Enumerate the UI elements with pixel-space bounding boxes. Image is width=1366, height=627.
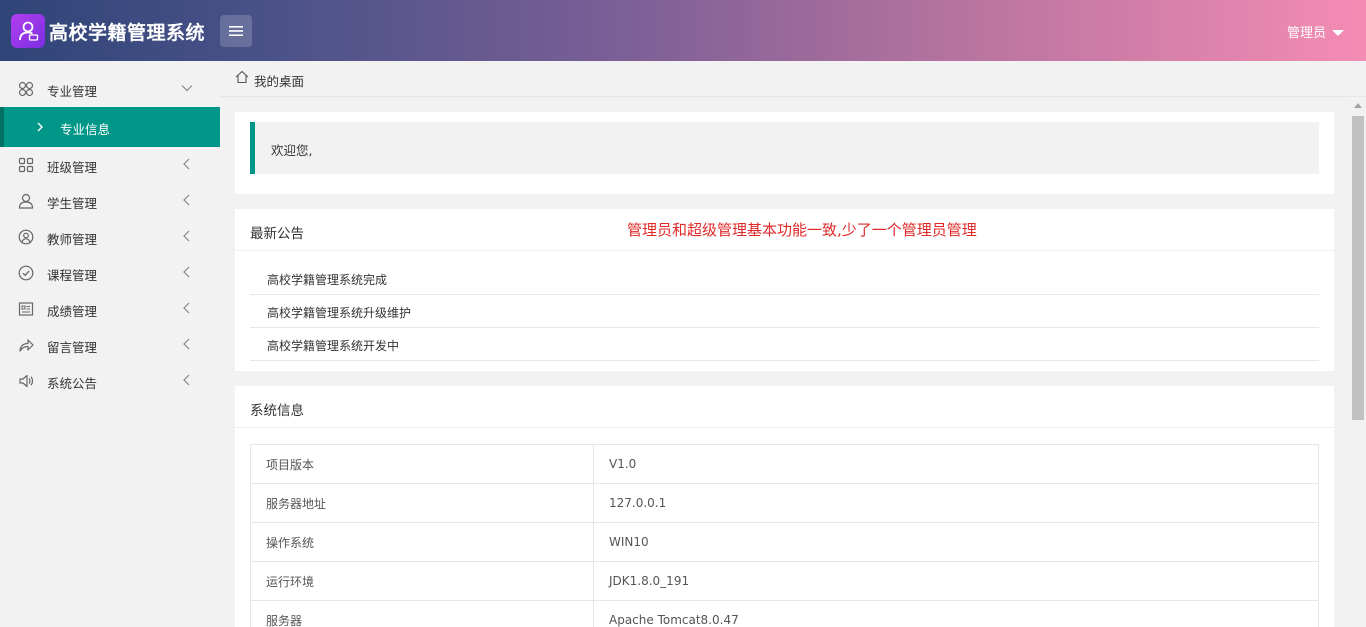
- breadcrumb: 我的桌面: [220, 61, 1366, 97]
- notice-item-title[interactable]: 高校学籍管理系统完成: [267, 271, 387, 288]
- grid-icon: [18, 157, 34, 173]
- sysinfo-value: JDK1.8.0_191: [593, 561, 1319, 601]
- welcome-card: 欢迎您,: [235, 112, 1334, 194]
- chevron-left-icon: [183, 374, 190, 386]
- sidebar-item-message[interactable]: 留言管理: [0, 327, 220, 363]
- chevron-down-icon: [181, 85, 193, 92]
- notice-title: 最新公告: [250, 226, 304, 242]
- annotation-text: 管理员和超级管理基本功能一致,少了一个管理员管理: [627, 221, 977, 239]
- app-title: 高校学籍管理系统: [49, 22, 206, 44]
- sysinfo-value: WIN10: [593, 522, 1319, 562]
- sidebar-item-major[interactable]: 专业管理: [0, 71, 220, 107]
- sidebar-item-label: 课程管理: [47, 268, 98, 283]
- notice-card-header: 最新公告 管理员和超级管理基本功能一致,少了一个管理员管理: [235, 209, 1334, 251]
- breadcrumb-desktop[interactable]: 我的桌面: [254, 71, 304, 90]
- notice-item-title[interactable]: 高校学籍管理系统开发中: [267, 337, 399, 354]
- sidebar-item-label: 留言管理: [47, 340, 98, 355]
- table-row: 运行环境 JDK1.8.0_191: [250, 561, 1319, 601]
- sysinfo-value: V1.0: [593, 444, 1319, 484]
- chevron-left-icon: [183, 230, 190, 242]
- sidebar-subitem-label: 专业信息: [60, 122, 111, 137]
- top-header: 高校学籍管理系统 管理员: [0, 0, 1366, 61]
- sidebar-item-label: 系统公告: [47, 376, 98, 391]
- sidebar-item-course[interactable]: 课程管理: [0, 255, 220, 291]
- chevron-right-icon: [37, 122, 43, 132]
- report-icon: [18, 302, 34, 316]
- sidebar-item-label: 专业管理: [47, 84, 98, 99]
- table-row: 服务器地址 127.0.0.1: [250, 483, 1319, 523]
- notice-card: 最新公告 管理员和超级管理基本功能一致,少了一个管理员管理 高校学籍管理系统完成…: [235, 209, 1334, 371]
- chevron-left-icon: [183, 158, 190, 170]
- user-menu[interactable]: 管理员: [1287, 22, 1344, 41]
- sysinfo-card-header: 系统信息: [235, 386, 1334, 428]
- scrollbar-thumb[interactable]: [1352, 116, 1364, 420]
- sysinfo-key: 运行环境: [250, 561, 594, 601]
- sysinfo-key: 服务器: [250, 600, 594, 627]
- welcome-box: 欢迎您,: [250, 122, 1319, 174]
- sysinfo-value: Apache Tomcat8.0.47: [593, 600, 1319, 627]
- sysinfo-value: 127.0.0.1: [593, 483, 1319, 523]
- notice-item[interactable]: 高校学籍管理系统升级维护: [250, 295, 1319, 328]
- table-row: 操作系统 WIN10: [250, 522, 1319, 562]
- user-circle-icon: [18, 229, 34, 245]
- welcome-text: 欢迎您,: [271, 143, 313, 158]
- home-icon: [235, 70, 249, 84]
- chevron-left-icon: [183, 302, 190, 314]
- caret-down-icon: [1332, 29, 1344, 36]
- grid-flower-icon: [18, 81, 34, 97]
- sidebar-item-student[interactable]: 学生管理: [0, 183, 220, 219]
- table-row: 服务器 Apache Tomcat8.0.47: [250, 600, 1319, 627]
- sidebar-item-label: 班级管理: [47, 160, 98, 175]
- active-indicator: [0, 107, 4, 147]
- sidebar-item-label: 学生管理: [47, 196, 98, 211]
- sysinfo-key: 服务器地址: [250, 483, 594, 523]
- sidebar-item-class[interactable]: 班级管理: [0, 147, 220, 183]
- share-icon: [19, 339, 34, 352]
- notice-item[interactable]: 高校学籍管理系统开发中: [250, 328, 1319, 361]
- sysinfo-key: 操作系统: [250, 522, 594, 562]
- sysinfo-card: 系统信息 项目版本 V1.0 服务器地址 127.0.0.1 操作系统 WIN1…: [235, 386, 1334, 627]
- user-name: 管理员: [1286, 26, 1326, 41]
- notice-item[interactable]: 高校学籍管理系统完成: [250, 262, 1319, 295]
- table-row: 项目版本 V1.0: [250, 444, 1319, 484]
- sidebar-item-grade[interactable]: 成绩管理: [0, 291, 220, 327]
- check-circle-icon: [18, 265, 34, 281]
- menu-toggle-button[interactable]: [220, 15, 252, 47]
- sidebar-item-label: 教师管理: [47, 232, 98, 247]
- sysinfo-key: 项目版本: [250, 444, 594, 484]
- sidebar-item-label: 成绩管理: [47, 304, 98, 319]
- sidebar: 专业管理 专业信息 班级管理 学生管理 教师管理 课程管理 成绩管理 留言管理 …: [0, 61, 220, 627]
- chevron-left-icon: [183, 194, 190, 206]
- sidebar-subitem-major-info[interactable]: 专业信息: [0, 107, 220, 147]
- chevron-left-icon: [183, 338, 190, 350]
- speaker-icon: [19, 374, 34, 388]
- vertical-scrollbar[interactable]: [1350, 100, 1366, 627]
- scroll-up-arrow-icon[interactable]: [1354, 103, 1362, 108]
- chevron-left-icon: [183, 266, 190, 278]
- hamburger-icon: [229, 26, 243, 36]
- user-card-icon: [19, 21, 39, 41]
- logo: [11, 14, 45, 48]
- sidebar-item-announcement[interactable]: 系统公告: [0, 363, 220, 399]
- user-icon: [18, 193, 34, 209]
- sidebar-item-teacher[interactable]: 教师管理: [0, 219, 220, 255]
- notice-item-title[interactable]: 高校学籍管理系统升级维护: [267, 304, 411, 321]
- sysinfo-title: 系统信息: [250, 403, 304, 419]
- sysinfo-table: 项目版本 V1.0 服务器地址 127.0.0.1 操作系统 WIN10 运行环…: [250, 444, 1319, 627]
